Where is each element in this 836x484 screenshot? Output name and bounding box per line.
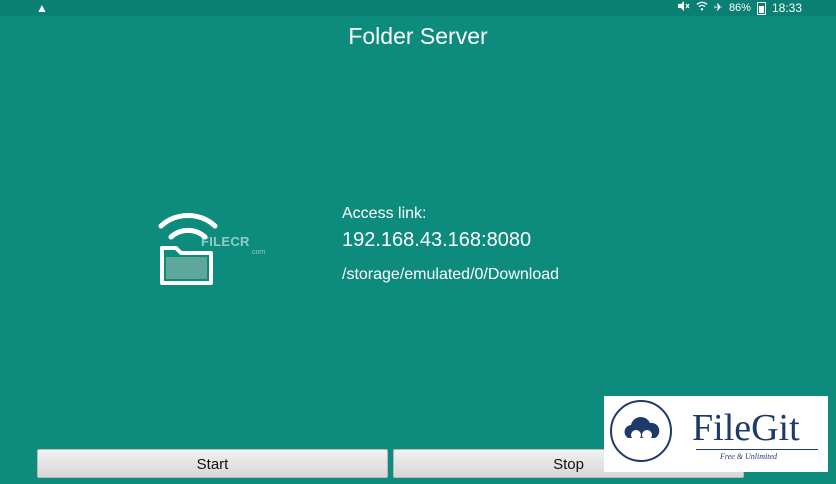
airplane-icon: ✈ (713, 2, 723, 14)
clock: 18:33 (771, 1, 802, 15)
filecr-watermark: FILECR (201, 234, 250, 249)
battery-percent: 86% (728, 2, 751, 14)
filegit-name: FileGit (692, 407, 800, 449)
shared-folder-path: /storage/emulated/0/Download (342, 266, 560, 283)
filegit-tagline: Free & Unlimited (720, 452, 778, 461)
access-link-label: Access link: (342, 205, 427, 222)
filecr-watermark-sub: .com (250, 249, 266, 256)
cloud-icon (624, 416, 660, 440)
app-title: Folder Server (348, 23, 488, 49)
warning-icon: ▲ (36, 1, 48, 15)
status-icons: ✈ 86% 18:33 (677, 0, 802, 16)
wifi-icon (696, 0, 708, 16)
status-bar: ▲ ✈ 86% 18:33 (0, 0, 836, 16)
start-button[interactable]: Start (37, 449, 388, 478)
filegit-divider (696, 449, 818, 450)
battery-icon (756, 1, 766, 15)
filegit-logo-icon (610, 400, 672, 462)
filegit-watermark: FileGit Free & Unlimited (604, 396, 828, 472)
access-link-url[interactable]: 192.168.43.168:8080 (342, 228, 531, 252)
mute-icon (677, 0, 690, 16)
